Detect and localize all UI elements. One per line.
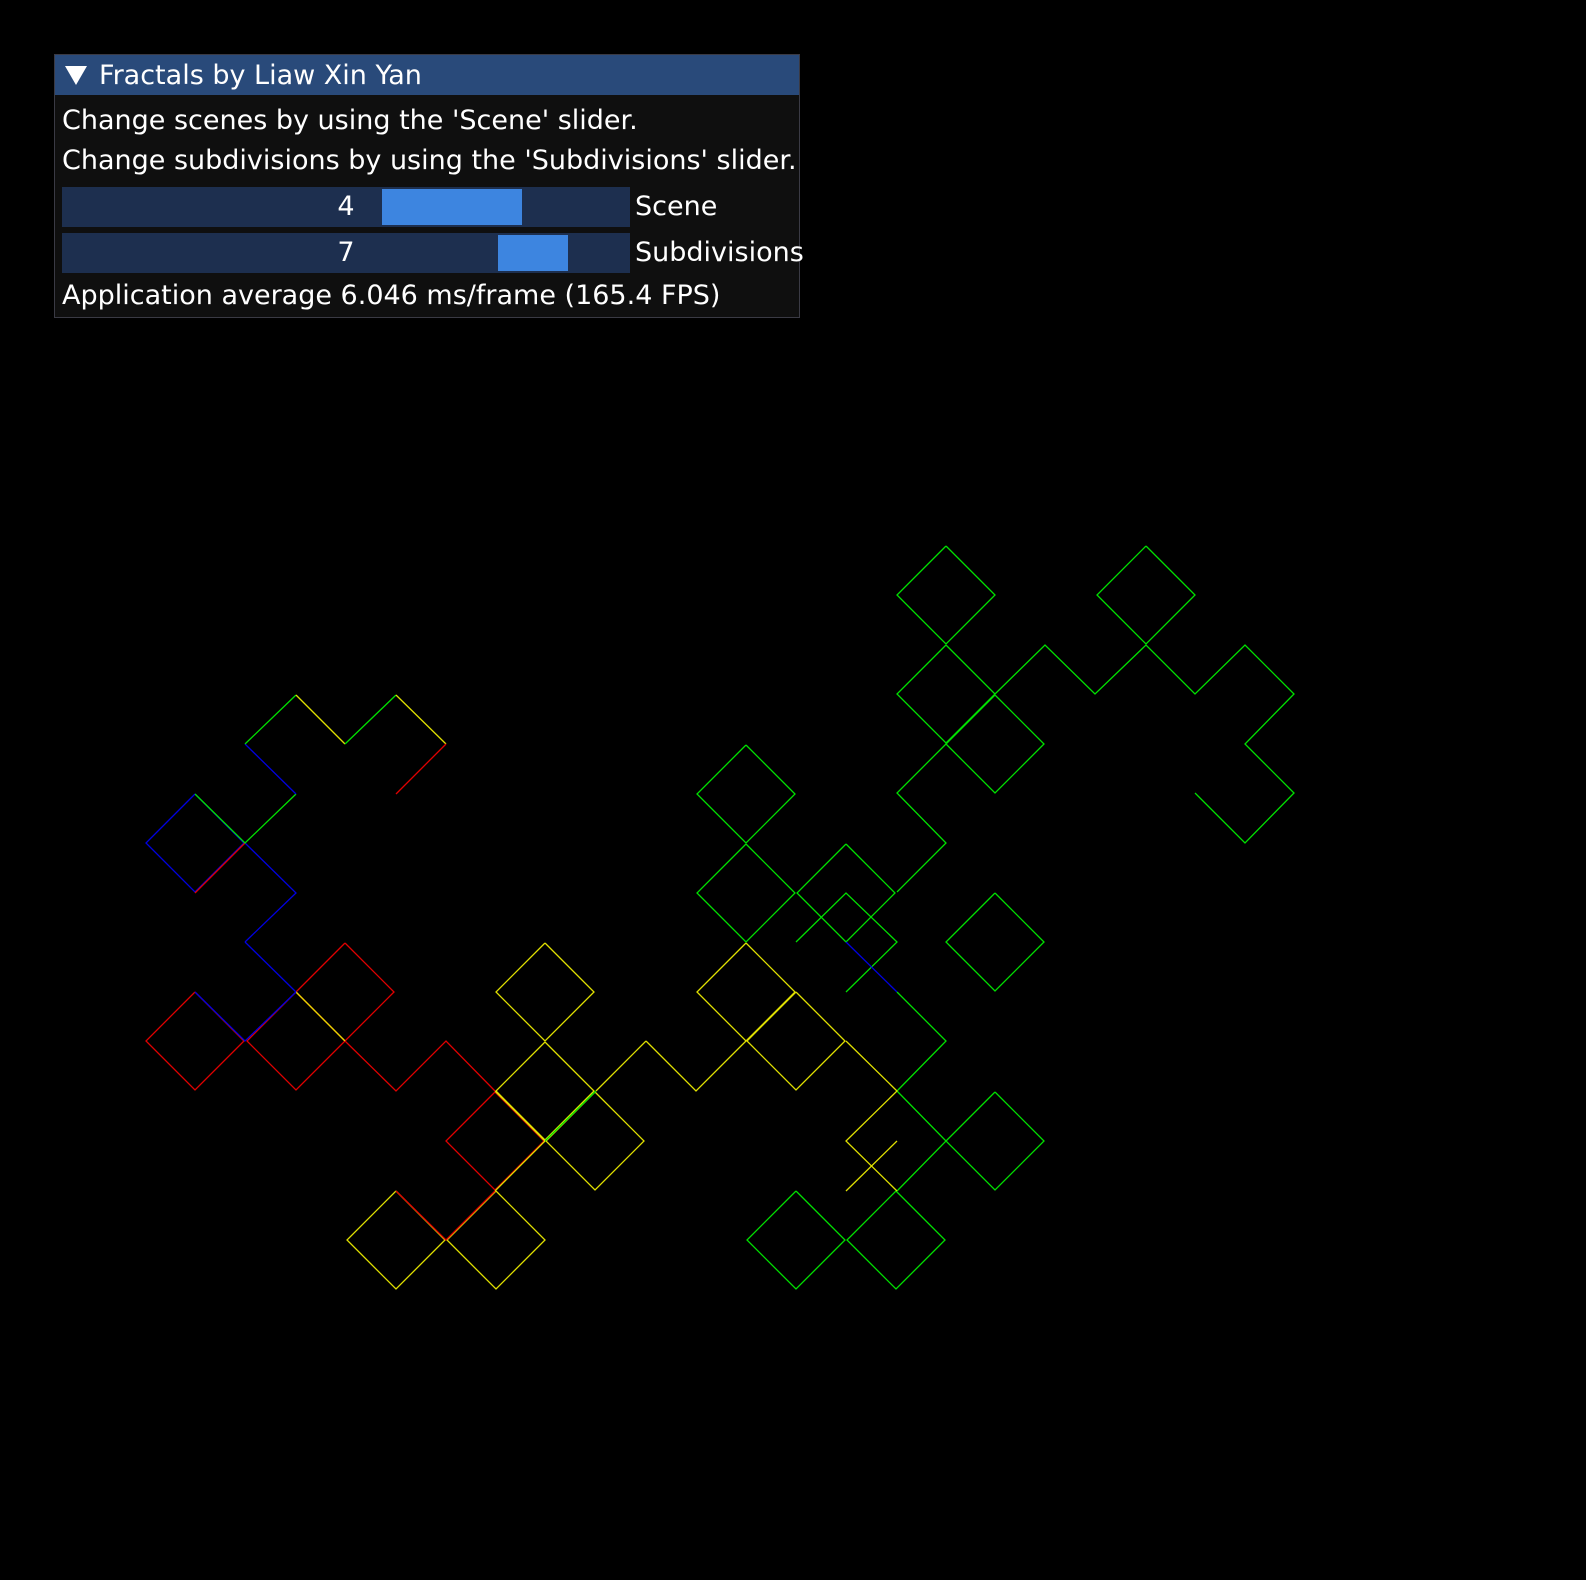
fractal-segment: [295, 694, 346, 745]
fractal-segment: [945, 1091, 1045, 1191]
scene-slider-label: Scene: [635, 191, 718, 222]
fractal-segment: [896, 743, 947, 893]
fractal-segment: [896, 545, 996, 645]
fractal-segment: [295, 991, 346, 1042]
fractal-segment: [945, 694, 1045, 794]
subdivisions-help-text: Change subdivisions by using the 'Subdiv…: [62, 145, 797, 176]
fractal-segment: [445, 1091, 545, 1191]
fractal-segment: [295, 942, 395, 1042]
fractal-segment: [346, 1190, 446, 1290]
fractal-segment: [494, 1090, 546, 1142]
fractal-segment: [194, 991, 297, 1042]
fractal-segment: [244, 743, 297, 795]
scene-slider[interactable]: 4: [62, 187, 630, 227]
fractal-segment: [395, 743, 447, 795]
fractal-segment: [246, 991, 346, 1091]
window-title: Fractals by Liaw Xin Yan: [99, 59, 422, 91]
fractal-segment: [746, 991, 846, 1091]
fractal-segment: [696, 843, 796, 943]
fractal-segment: [495, 1041, 595, 1141]
window-titlebar[interactable]: Fractals by Liaw Xin Yan: [55, 55, 799, 95]
fractal-segment: [896, 991, 947, 1092]
subdivisions-slider[interactable]: 7: [62, 233, 630, 273]
collapse-triangle-icon[interactable]: [65, 65, 87, 85]
fractal-segment: [494, 1140, 546, 1192]
scene-help-text: Change scenes by using the 'Scene' slide…: [62, 105, 638, 136]
fractal-segment: [244, 694, 297, 745]
fractal-segment: [896, 1090, 947, 1192]
fractal-segment: [544, 1090, 597, 1142]
fractal-segment: [344, 1040, 496, 1092]
subdivisions-slider-value: 7: [337, 237, 355, 268]
fractal-segment: [244, 842, 297, 943]
fractal-segment: [1096, 545, 1196, 645]
scene-slider-value: 4: [337, 191, 355, 222]
fps-stats-text: Application average 6.046 ms/frame (165.…: [62, 280, 721, 311]
fractal-segment: [746, 1190, 846, 1290]
subdivisions-slider-label: Subdivisions: [635, 237, 804, 268]
fractal-segment: [495, 942, 595, 1042]
fractal-segment: [845, 1040, 898, 1192]
fractal-segment: [194, 793, 297, 844]
fractal-segment: [696, 942, 796, 1042]
fractal-segment: [645, 1040, 747, 1092]
fractal-segment: [145, 793, 245, 893]
fractal-segment: [344, 694, 397, 745]
fractal-segment: [945, 892, 1045, 992]
fractal-segment: [194, 842, 246, 894]
fractal-segment: [896, 644, 996, 744]
fractal-segment: [545, 1091, 645, 1191]
fractals-window: Fractals by Liaw Xin Yan Change scenes b…: [54, 54, 804, 318]
fractal-segment: [846, 1190, 946, 1290]
fractal-segment: [145, 991, 245, 1091]
fractal-segment: [696, 744, 796, 844]
fractal-segment: [595, 1040, 647, 1092]
fractal-segment: [395, 1190, 496, 1241]
fractal-segment: [446, 1190, 546, 1290]
fractal-segment: [244, 941, 297, 993]
fractal-segment: [994, 644, 1295, 844]
fractal-segment: [395, 694, 447, 745]
